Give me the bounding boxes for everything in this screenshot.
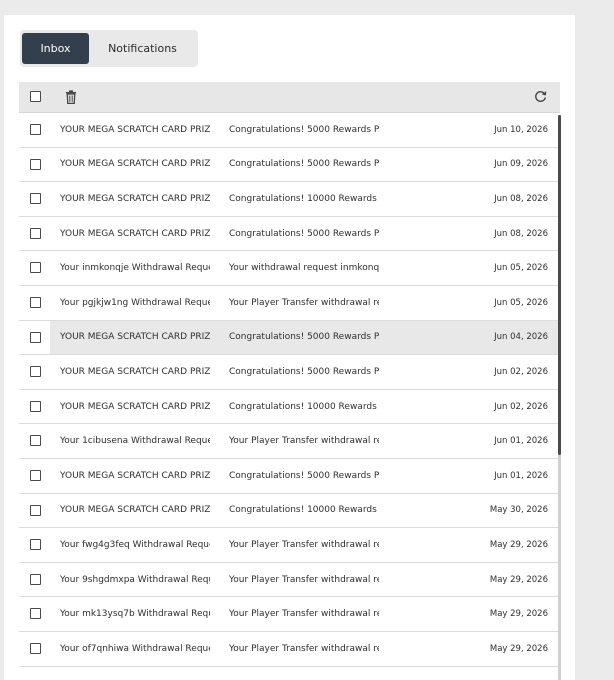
message-date: Jun 01, 2026: [494, 470, 548, 481]
message-row[interactable]: Your mk13ysq7b Withdrawal Reque... Your P…: [19, 597, 560, 632]
message-subject: YOUR MEGA SCRATCH CARD PRIZ...: [60, 193, 210, 204]
message-subject: Your mk13ysq7b Withdrawal Reque...: [60, 609, 210, 620]
message-row[interactable]: YOUR MEGA SCRATCH CARD PRIZ... Congratula…: [19, 182, 560, 217]
message-date: Jun 01, 2026: [494, 436, 548, 447]
tab-inbox[interactable]: Inbox: [22, 33, 89, 64]
message-list: YOUR MEGA SCRATCH CARD PRIZ... Congratula…: [19, 113, 560, 680]
message-subject: Your of7qnhiwa Withdrawal Request: [60, 643, 210, 654]
message-checkbox[interactable]: [30, 573, 41, 585]
message-preview: Your withdrawal request inmkonqj...: [229, 263, 379, 274]
message-subject: Your 1cibusena Withdrawal Request: [60, 436, 210, 447]
message-subject: YOUR MEGA SCRATCH CARD PRIZ...: [60, 366, 210, 377]
message-date: May 29, 2026: [489, 574, 548, 585]
message-checkbox[interactable]: [30, 539, 41, 551]
message-checkbox[interactable]: [30, 227, 41, 239]
tab-notifications[interactable]: Notifications: [89, 33, 196, 64]
scrollbar-thumb[interactable]: [558, 115, 561, 455]
message-checkbox[interactable]: [30, 435, 41, 447]
message-row[interactable]: YOUR MEGA SCRATCH CARD PRIZ... Congratula…: [19, 458, 560, 494]
message-subject: Your inmkonqje Withdrawal Request: [60, 263, 210, 274]
message-date: Jun 05, 2026: [494, 297, 548, 308]
message-row[interactable]: Your pgjkjw1ng Withdrawal Request Your Pl…: [19, 285, 560, 321]
message-row[interactable]: Your 1cibusena Withdrawal Request Your Pl…: [19, 424, 560, 459]
message-preview: Your Player Transfer withdrawal re...: [229, 609, 379, 620]
message-preview: Your Player Transfer withdrawal re...: [229, 539, 379, 550]
message-row[interactable]: YOUR MEGA SCRATCH CARD PRIZ... Congratula…: [19, 320, 560, 356]
message-date: Jun 10, 2026: [494, 124, 548, 135]
message-checkbox[interactable]: [30, 296, 41, 308]
message-checkbox[interactable]: [30, 400, 41, 412]
message-row[interactable]: Your fwg4g3feq Withdrawal Reque... Your P…: [19, 528, 560, 563]
message-subject: YOUR MEGA SCRATCH CARD PRIZ...: [60, 228, 210, 239]
message-row[interactable]: YOUR MEGA SCRATCH CARD PRIZ... Congratula…: [19, 493, 560, 529]
mailbox-tabs: Inbox Notifications: [20, 30, 198, 67]
message-date: Jun 09, 2026: [494, 159, 548, 170]
message-row[interactable]: Your 9shgdmxpa Withdrawal Requ... Your Pl…: [19, 562, 560, 598]
message-preview: Your Player Transfer withdrawal re...: [229, 297, 379, 308]
message-checkbox[interactable]: [30, 158, 41, 170]
message-subject: YOUR MEGA SCRATCH CARD PRIZ...: [60, 159, 210, 170]
message-subject: YOUR MEGA SCRATCH CARD PRIZ...: [60, 401, 210, 412]
message-date: May 29, 2026: [489, 609, 548, 620]
message-date: May 29, 2026: [489, 643, 548, 654]
trash-icon[interactable]: [65, 90, 77, 104]
message-checkbox[interactable]: [30, 124, 41, 135]
mailbox-panel: Inbox Notifications YOUR MEGA SCRATCH CA…: [4, 15, 575, 680]
message-preview: Your Player Transfer withdrawal re...: [229, 436, 379, 447]
message-subject: Your 9shgdmxpa Withdrawal Requ...: [60, 574, 210, 585]
message-row[interactable]: YOUR MEGA SCRATCH CARD PRIZ... Congratula…: [19, 147, 560, 183]
message-row[interactable]: YOUR MEGA SCRATCH CARD PRIZ... Congratula…: [19, 355, 560, 390]
message-preview: Your Player Transfer withdrawal re...: [229, 643, 379, 654]
message-preview: Congratulations! 10000 Rewards P...: [229, 193, 379, 204]
message-subject: Your pgjkjw1ng Withdrawal Request: [60, 297, 210, 308]
message-preview: Congratulations! 10000 Rewards P...: [229, 401, 379, 412]
message-checkbox[interactable]: [30, 366, 41, 378]
message-preview: Congratulations! 5000 Rewards P...: [229, 228, 379, 239]
message-preview: Congratulations! 5000 Rewards P...: [229, 124, 379, 135]
message-subject: YOUR MEGA SCRATCH CARD PRIZ...: [60, 470, 210, 481]
message-date: Jun 04, 2026: [494, 332, 548, 343]
message-date: Jun 08, 2026: [494, 228, 548, 239]
message-date: May 29, 2026: [489, 539, 548, 550]
message-preview: Your Player Transfer withdrawal re...: [229, 574, 379, 585]
message-checkbox[interactable]: [30, 193, 41, 205]
message-date: Jun 02, 2026: [494, 366, 548, 377]
message-preview: Congratulations! 5000 Rewards P...: [229, 366, 379, 377]
refresh-icon[interactable]: [534, 90, 547, 103]
message-subject: YOUR MEGA SCRATCH CARD PRIZ...: [60, 332, 210, 343]
message-checkbox[interactable]: [30, 469, 41, 481]
message-preview: Congratulations! 5000 Rewards P...: [229, 470, 379, 481]
select-all-checkbox[interactable]: [30, 91, 41, 102]
message-preview: Congratulations! 5000 Rewards P...: [229, 159, 379, 170]
message-subject: Your fwg4g3feq Withdrawal Reque...: [60, 539, 210, 550]
message-row[interactable]: Your of7qnhiwa Withdrawal Request Your Pl…: [19, 631, 560, 667]
message-toolbar: [19, 82, 560, 113]
message-checkbox[interactable]: [30, 608, 41, 620]
message-preview: Congratulations! 10000 Rewards P...: [229, 505, 379, 516]
message-date: Jun 08, 2026: [494, 193, 548, 204]
message-checkbox[interactable]: [30, 331, 41, 343]
message-row[interactable]: YOUR MEGA SCRATCH CARD PRIZ... Congratula…: [19, 389, 560, 425]
message-row[interactable]: Your inmkonqje Withdrawal Request Your wi…: [19, 251, 560, 286]
message-preview: Congratulations! 5000 Rewards P...: [229, 332, 379, 343]
message-date: May 30, 2026: [489, 505, 548, 516]
message-date: Jun 02, 2026: [494, 401, 548, 412]
message-subject: YOUR MEGA SCRATCH CARD PRIZ...: [60, 505, 210, 516]
message-date: Jun 05, 2026: [494, 263, 548, 274]
message-subject: YOUR MEGA SCRATCH CARD PRIZ...: [60, 124, 210, 135]
message-checkbox[interactable]: [30, 504, 41, 516]
message-row[interactable]: YOUR MEGA SCRATCH CARD PRIZ... Congratula…: [19, 113, 560, 148]
message-checkbox[interactable]: [30, 262, 41, 274]
message-checkbox[interactable]: [30, 642, 41, 654]
message-row[interactable]: YOUR MEGA SCRATCH CARD PRIZ... Congratula…: [19, 216, 560, 252]
